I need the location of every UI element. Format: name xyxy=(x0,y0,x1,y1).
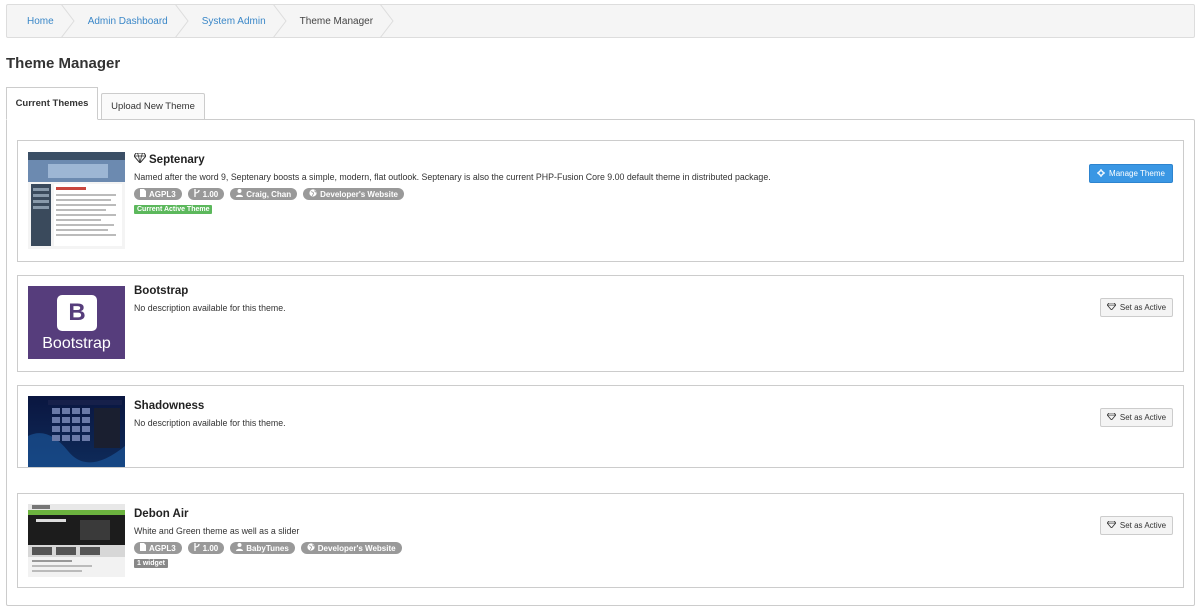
page-title: Theme Manager xyxy=(6,55,121,72)
code-fork-icon xyxy=(194,543,200,553)
set-as-active-button[interactable]: Set as Active xyxy=(1100,298,1173,317)
set-as-active-button[interactable]: Set as Active xyxy=(1100,516,1173,535)
theme-info: Septenary Named after the word 9, Septen… xyxy=(133,152,1034,214)
bootstrap-logo-icon: B xyxy=(57,295,97,331)
user-icon xyxy=(236,189,244,199)
set-as-active-button[interactable]: Set as Active xyxy=(1100,408,1173,427)
theme-description: No description available for this theme. xyxy=(134,418,286,428)
theme-description: No description available for this theme. xyxy=(134,303,286,313)
manage-theme-button[interactable]: Manage Theme xyxy=(1089,164,1173,183)
gear-icon xyxy=(1097,168,1106,179)
theme-name: Bootstrap xyxy=(134,285,189,297)
widget-count-tag: 1 widget xyxy=(134,559,169,568)
diamond-icon xyxy=(1106,302,1117,312)
theme-info: Shadowness No description available for … xyxy=(134,400,1034,428)
current-themes-panel: Septenary Named after the word 9, Septen… xyxy=(6,119,1195,606)
theme-name: Shadowness xyxy=(134,400,205,412)
theme-name: Septenary xyxy=(133,152,1034,166)
theme-thumbnail-shadowness xyxy=(28,396,125,467)
theme-meta-badges: AGPL3 1.00 BabyTunes Developer's Website xyxy=(134,542,1034,554)
breadcrumb: Home Admin Dashboard System Admin Theme … xyxy=(6,4,1195,38)
breadcrumb-theme-manager: Theme Manager xyxy=(280,5,394,37)
bootstrap-logo-text: Bootstrap xyxy=(42,335,111,352)
theme-info: Debon Air White and Green theme as well … xyxy=(134,508,1034,568)
breadcrumb-separator-icon xyxy=(174,5,189,37)
file-icon xyxy=(140,189,146,199)
theme-info: Bootstrap No description available for t… xyxy=(134,285,1034,313)
theme-meta-badges: AGPL3 1.00 Craig, Chan Developer's Websi… xyxy=(134,188,1034,200)
developer-website-link[interactable]: Developer's Website xyxy=(300,542,402,554)
author-badge: BabyTunes xyxy=(230,542,295,554)
developer-website-link[interactable]: Developer's Website xyxy=(303,188,404,200)
code-fork-icon xyxy=(194,189,200,199)
theme-card-bootstrap: B Bootstrap Bootstrap No description ava… xyxy=(17,275,1184,372)
license-badge: AGPL3 xyxy=(134,542,182,554)
globe-icon xyxy=(307,543,315,553)
theme-card-shadowness: Shadowness No description available for … xyxy=(17,385,1184,468)
theme-thumbnail-debon-air xyxy=(28,504,125,577)
license-badge: AGPL3 xyxy=(134,188,182,200)
user-icon xyxy=(236,543,244,553)
diamond-icon xyxy=(1106,412,1117,422)
breadcrumb-admin-dashboard[interactable]: Admin Dashboard xyxy=(68,5,189,37)
breadcrumb-separator-icon xyxy=(272,5,287,37)
globe-icon xyxy=(309,189,317,199)
tab-upload-new-theme[interactable]: Upload New Theme xyxy=(101,93,205,120)
version-badge: 1.00 xyxy=(187,188,225,200)
diamond-icon xyxy=(133,152,147,166)
theme-thumbnail-bootstrap: B Bootstrap xyxy=(28,286,125,359)
tab-current-themes[interactable]: Current Themes xyxy=(6,87,98,120)
diamond-icon xyxy=(1106,520,1117,530)
tab-bar: Current Themes Upload New Theme xyxy=(6,87,1195,120)
breadcrumb-system-admin[interactable]: System Admin xyxy=(182,5,287,37)
active-theme-tag: Current Active Theme xyxy=(134,205,213,214)
author-badge: Craig, Chan xyxy=(230,188,298,200)
theme-thumbnail-septenary xyxy=(28,152,125,249)
theme-description: Named after the word 9, Septenary boosts… xyxy=(134,172,771,182)
theme-description: White and Green theme as well as a slide… xyxy=(134,526,300,536)
theme-card-debon-air: Debon Air White and Green theme as well … xyxy=(17,493,1184,588)
file-icon xyxy=(140,543,146,553)
breadcrumb-home[interactable]: Home xyxy=(7,5,75,37)
breadcrumb-separator-icon xyxy=(60,5,75,37)
theme-name: Debon Air xyxy=(134,508,189,520)
version-badge: 1.00 xyxy=(187,542,225,554)
breadcrumb-separator-icon xyxy=(380,5,394,37)
theme-card-septenary: Septenary Named after the word 9, Septen… xyxy=(17,140,1184,262)
